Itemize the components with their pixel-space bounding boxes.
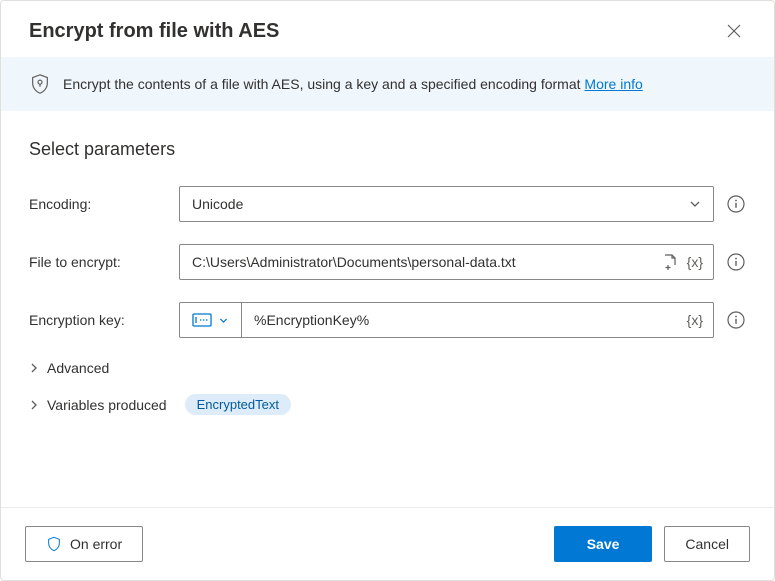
field-row-file: File to encrypt: — [29, 244, 746, 280]
dialog-title: Encrypt from file with AES — [29, 20, 279, 43]
dialog: Encrypt from file with AES Encrypt the c… — [0, 0, 775, 581]
save-button[interactable]: Save — [554, 526, 653, 562]
key-info-button[interactable] — [726, 310, 746, 330]
shield-outline-icon — [46, 536, 62, 552]
cancel-button[interactable]: Cancel — [664, 526, 750, 562]
file-picker-icon — [661, 253, 679, 271]
dialog-footer: On error Save Cancel — [1, 507, 774, 580]
encoding-select[interactable]: Unicode — [179, 186, 714, 222]
key-input[interactable] — [242, 303, 687, 337]
variable-chip[interactable]: EncryptedText — [185, 394, 291, 415]
info-icon — [727, 195, 745, 213]
chevron-down-icon — [218, 315, 229, 326]
file-picker-button[interactable] — [661, 253, 679, 271]
info-banner: Encrypt the contents of a file with AES,… — [1, 57, 774, 111]
file-label: File to encrypt: — [29, 254, 179, 270]
info-icon — [727, 253, 745, 271]
close-icon — [727, 24, 741, 38]
shield-icon — [29, 73, 51, 95]
encoding-info-button[interactable] — [726, 194, 746, 214]
dialog-header: Encrypt from file with AES — [1, 1, 774, 57]
banner-text: Encrypt the contents of a file with AES,… — [63, 76, 643, 92]
close-button[interactable] — [722, 19, 746, 43]
advanced-expander[interactable]: Advanced — [29, 360, 109, 376]
key-input-wrap: {x} — [179, 302, 714, 338]
on-error-label: On error — [70, 536, 122, 552]
on-error-button[interactable]: On error — [25, 526, 143, 562]
section-title: Select parameters — [29, 139, 746, 160]
variables-produced-expander[interactable]: Variables produced EncryptedText — [29, 394, 291, 415]
info-icon — [727, 311, 745, 329]
key-label: Encryption key: — [29, 312, 179, 328]
variables-produced-label: Variables produced — [47, 397, 167, 413]
more-info-link[interactable]: More info — [584, 76, 642, 92]
encoding-label: Encoding: — [29, 196, 179, 212]
file-input-wrap: {x} — [179, 244, 714, 280]
banner-text-content: Encrypt the contents of a file with AES,… — [63, 76, 584, 92]
field-row-encoding: Encoding: Unicode — [29, 186, 746, 222]
text-input-icon — [192, 313, 212, 327]
dialog-content: Select parameters Encoding: Unicode — [1, 111, 774, 507]
input-type-selector[interactable] — [180, 303, 242, 337]
chevron-down-icon — [688, 197, 702, 211]
chevron-right-icon — [29, 363, 39, 373]
chevron-right-icon — [29, 400, 39, 410]
advanced-label: Advanced — [47, 360, 109, 376]
file-info-button[interactable] — [726, 252, 746, 272]
variable-picker-button[interactable]: {x} — [687, 312, 703, 328]
variable-picker-button[interactable]: {x} — [687, 254, 703, 270]
field-row-key: Encryption key: — [29, 302, 746, 338]
file-input[interactable] — [180, 245, 661, 279]
encoding-value: Unicode — [192, 196, 243, 212]
